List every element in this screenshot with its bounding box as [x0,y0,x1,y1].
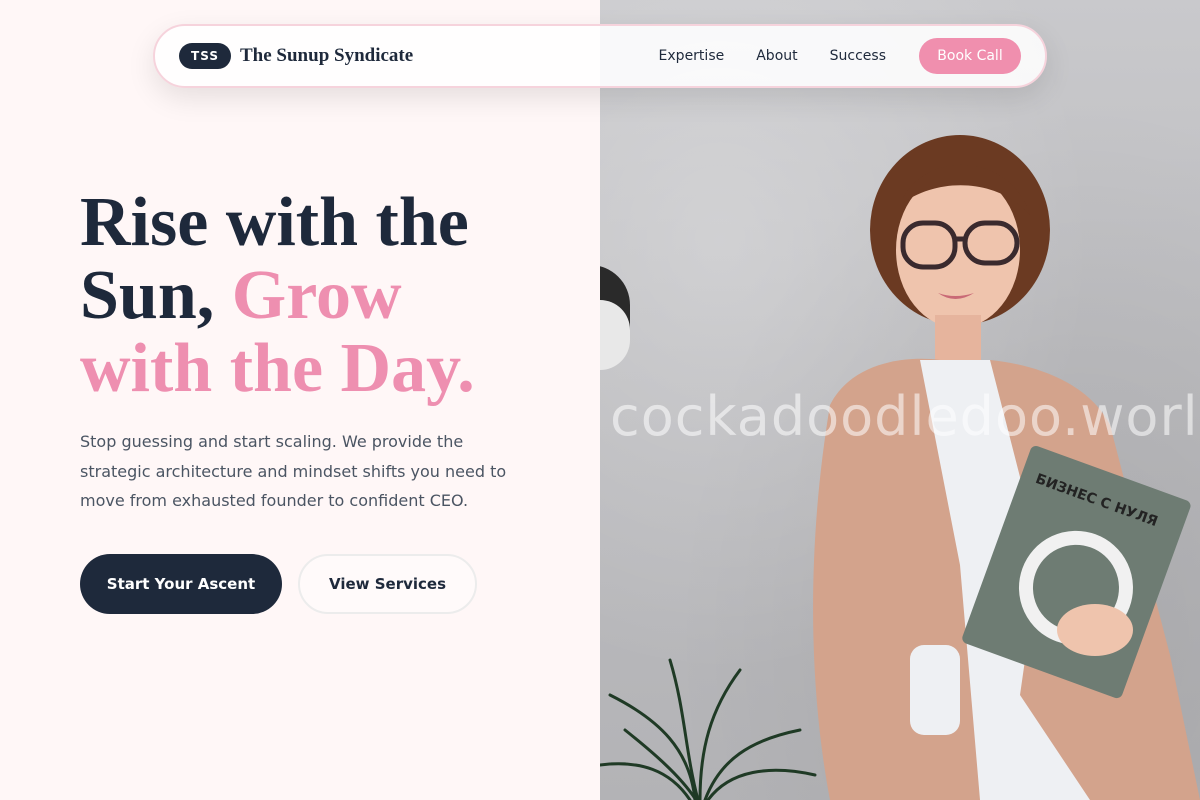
hero-description: Stop guessing and start scaling. We prov… [80,432,507,510]
woman-with-book-image: БИЗНЕС С НУЛЯ [813,135,1200,800]
hero-photo: БИЗНЕС С НУЛЯ cockadoodledoo.world [600,0,1200,800]
headline-line-2-dark: Sun, [80,257,215,334]
view-services-button[interactable]: View Services [298,554,477,614]
headline-line-1: Rise with the [80,184,469,261]
book-call-button[interactable]: Book Call [919,38,1021,74]
headline-line-3: with the Day. [80,330,475,407]
nav-link-expertise[interactable]: Expertise [659,48,725,64]
headline-line-2-pink: Grow [231,257,402,334]
start-ascent-button[interactable]: Start Your Ascent [80,554,282,614]
top-nav: TSS The Sunup Syndicate Expertise About … [153,24,1047,88]
nav-link-success[interactable]: Success [830,48,886,64]
logo-badge[interactable]: TSS [179,43,231,69]
watermark: cockadoodledoo.world [610,385,1200,448]
nav-link-about[interactable]: About [756,48,797,64]
nav-links: Expertise About Success [659,48,886,64]
plant-image [600,658,817,800]
hero-headline: Rise with the Sun, Grow with the Day. [80,186,580,405]
brand-name[interactable]: The Sunup Syndicate [240,45,413,67]
